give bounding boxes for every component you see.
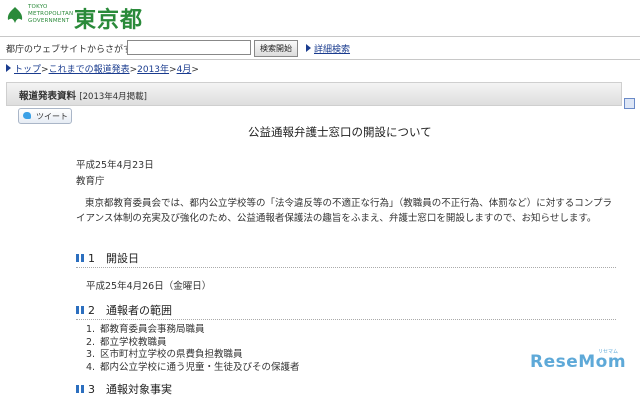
section-heading-2: 2 通報者の範囲 <box>76 302 172 318</box>
advanced-search-arrow-icon <box>306 44 311 52</box>
list-number: 1. <box>86 324 96 335</box>
section-heading-text: 1 開設日 <box>88 252 139 265</box>
list-number: 4. <box>86 361 96 373</box>
band-title: 報道発表資料 [2013年4月掲載] <box>19 88 147 102</box>
breadcrumb-separator: > <box>129 65 138 75</box>
breadcrumb: トップ>これまでの報道発表>2013年>4月> <box>6 62 199 75</box>
list-item-text: 区市町村立学校の県費負担教職員 <box>100 349 243 360</box>
logo-line-3: GOVERNMENT <box>28 18 70 24</box>
logo-line-2: METROPOLITAN <box>28 11 74 17</box>
list-number: 2. <box>86 336 96 348</box>
section-heading-text: 2 通報者の範囲 <box>88 304 172 317</box>
advanced-search-link[interactable]: 詳細検索 <box>306 42 350 55</box>
press-release-band: 報道発表資料 [2013年4月掲載] <box>6 82 622 106</box>
section-bullet-icon <box>76 306 84 314</box>
resemom-watermark-kana: リセマム <box>598 349 619 355</box>
search-label: 都庁のウェブサイトからさがす <box>6 45 133 55</box>
list-item-text: 都立学校教職員 <box>100 336 167 348</box>
article-org: 教育庁 <box>76 176 105 187</box>
search-input[interactable] <box>127 40 251 55</box>
section-heading-1: 1 開設日 <box>76 250 139 266</box>
print-icon[interactable] <box>624 98 635 109</box>
breadcrumb-item-year[interactable]: 2013年 <box>137 65 169 75</box>
breadcrumb-separator: > <box>169 65 177 75</box>
resemom-watermark: ReseMom <box>530 352 627 372</box>
section-bullet-icon <box>76 254 84 262</box>
logo-english-text: TOKYO METROPOLITAN GOVERNMENT <box>28 4 73 25</box>
reporter-list: 1. 都教育委員会事務局職員 2. 都立学校教職員 3. 区市町村立学校の県費負担教職… <box>86 324 300 374</box>
list-number: 3. <box>86 349 96 360</box>
logo-line-1: TOKYO <box>28 4 48 10</box>
list-item: 1. 都教育委員会事務局職員 <box>86 324 300 337</box>
list-item: 3. 区市町村立学校の県費負担教職員 <box>86 349 300 362</box>
article-title: 公益通報弁護士窓口の開設について <box>248 125 432 139</box>
breadcrumb-arrow-icon <box>6 64 11 72</box>
article-body: 東京都教育委員会では、都内公立学校等の「法令違反等の不適正な行為」（教職員の不正… <box>76 198 612 224</box>
twitter-bird-icon <box>23 112 31 119</box>
breadcrumb-separator: > <box>191 65 199 75</box>
search-button[interactable]: 検索開始 <box>254 40 298 57</box>
site-header: TOKYO METROPOLITAN GOVERNMENT 東京都 <box>0 0 640 36</box>
section-divider <box>76 267 616 268</box>
list-item: 4. 都内公立学校に通う児童・生徒及びその保護者 <box>86 362 300 375</box>
list-item: 2. 都立学校教職員 <box>86 337 300 350</box>
opening-date: 平成25年4月26日（金曜日） <box>86 281 212 292</box>
breadcrumb-separator: > <box>41 65 49 75</box>
breadcrumb-item-month[interactable]: 4月 <box>177 65 192 75</box>
search-bar: 都庁のウェブサイトからさがす 検索開始 詳細検索 <box>0 36 640 60</box>
tokyo-emblem-icon[interactable] <box>6 6 24 24</box>
band-date-note: [2013年4月掲載] <box>79 92 148 102</box>
tweet-button[interactable]: ツイート <box>18 108 72 124</box>
section-bullet-icon <box>76 385 84 393</box>
list-item-text: 都内公立学校に通う児童・生徒及びその保護者 <box>100 361 300 373</box>
list-item-text: 都教育委員会事務局職員 <box>100 324 205 335</box>
breadcrumb-item-top[interactable]: トップ <box>14 65 41 75</box>
band-title-text: 報道発表資料 <box>19 91 77 102</box>
advanced-search-label: 詳細検索 <box>314 45 351 55</box>
site-logo[interactable]: 東京都 <box>74 2 143 34</box>
section-divider <box>76 319 616 320</box>
article-date: 平成25年4月23日 <box>76 160 154 171</box>
breadcrumb-item-releases[interactable]: これまでの報道発表 <box>49 65 130 75</box>
side-tools <box>624 94 640 113</box>
section-heading-3: 3 通報対象事実 <box>76 381 172 397</box>
tweet-label: ツイート <box>36 112 68 121</box>
